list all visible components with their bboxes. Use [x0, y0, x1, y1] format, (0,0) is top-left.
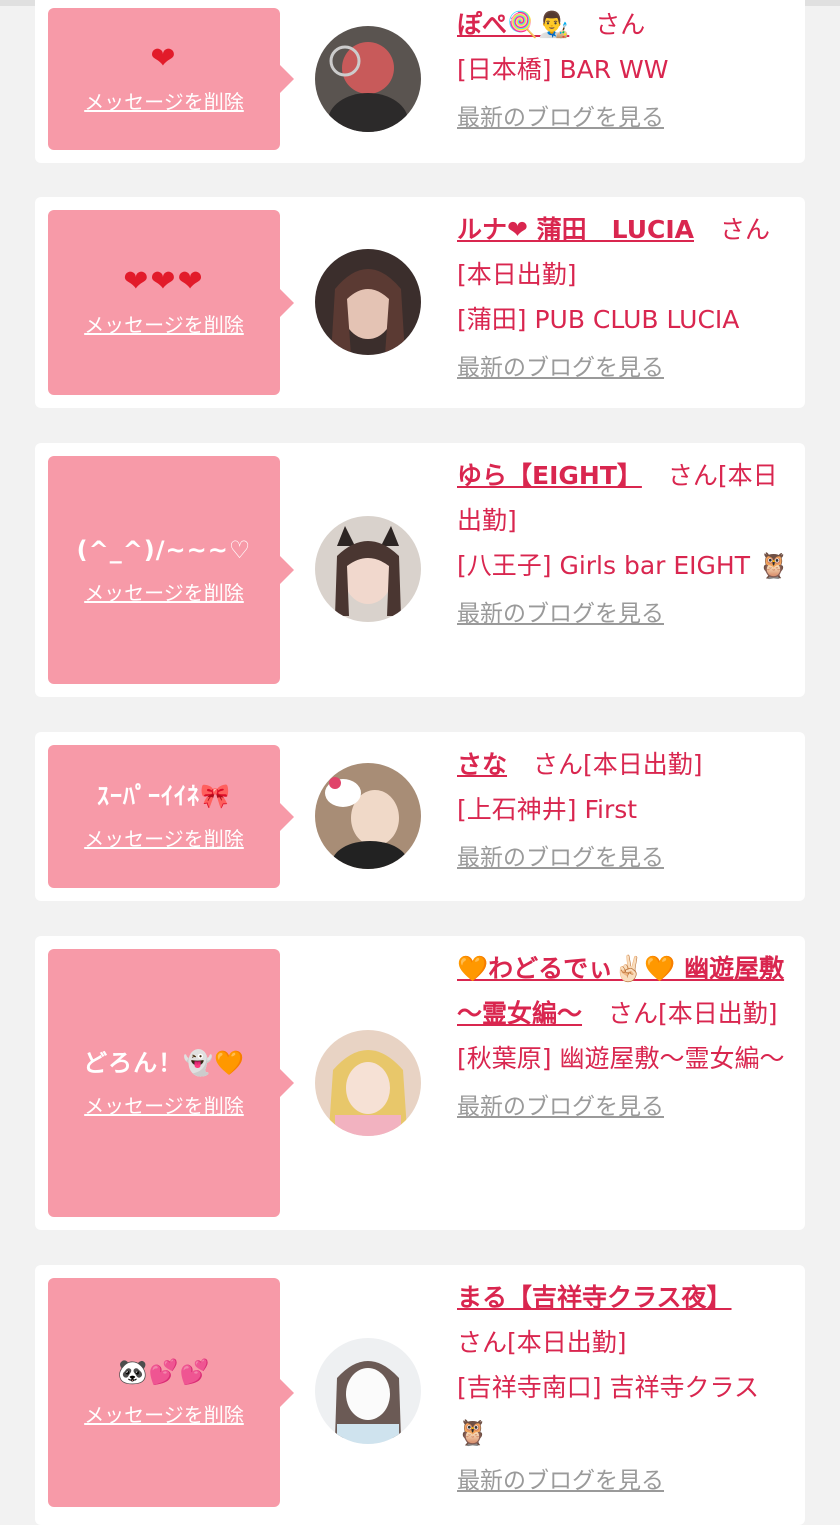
message-text: どろん！👻🧡	[83, 1048, 245, 1077]
shop-location: [日本橋] BAR WW	[457, 55, 669, 84]
message-bubble: ❤❤❤ メッセージを削除	[48, 210, 294, 395]
shop-location: [上石神井] First	[457, 795, 638, 824]
name-suffix: さん[本日出勤]	[457, 1328, 627, 1357]
girl-name-link[interactable]: ぽぺ🍭👨‍🎨	[457, 10, 569, 39]
message-bubble: どろん！👻🧡 メッセージを削除	[48, 949, 294, 1217]
avatar-photo-icon	[315, 763, 421, 869]
favorite-card: どろん！👻🧡 メッセージを削除 🧡わどるでぃ✌🏻🧡 幽遊屋敷 〜霊女編〜 さん[…	[35, 936, 805, 1230]
avatar[interactable]	[315, 26, 421, 132]
avatar[interactable]	[315, 1338, 421, 1444]
message-bubble: 🐼💕💕 メッセージを削除	[48, 1278, 294, 1507]
name-suffix: さん[本日出勤]	[607, 999, 778, 1028]
girl-name-link[interactable]: まる【吉祥寺クラス夜】	[457, 1283, 732, 1312]
girl-info: ゆら【EIGHT】 さん[本日出勤] [八王子] Girls bar EIGHT…	[457, 453, 795, 634]
delete-message-link[interactable]: メッセージを削除	[84, 1399, 244, 1428]
shop-location: [吉祥寺南口] 吉祥寺クラス 🦉	[457, 1373, 759, 1447]
message-bubble: (^_^)/~~~♡ メッセージを削除	[48, 456, 294, 684]
avatar-photo-icon	[315, 1338, 421, 1444]
message-text: 🐼💕💕	[117, 1358, 211, 1386]
shop-location: [八王子] Girls bar EIGHT 🦉	[457, 551, 790, 580]
shop-location: [秋葉原] 幽遊屋敷〜霊女編〜	[457, 1044, 785, 1073]
latest-blog-link[interactable]: 最新のブログを見る	[457, 594, 664, 634]
latest-blog-link[interactable]: 最新のブログを見る	[457, 838, 664, 878]
favorite-card: 🐼💕💕 メッセージを削除 まる【吉祥寺クラス夜】 さん[本日出勤] [吉祥寺南口…	[35, 1265, 805, 1525]
girl-info: ルナ❤ 蒲田 LUCIA さん[本日出勤] [蒲田] PUB CLUB LUCI…	[457, 207, 795, 388]
avatar-photo-icon	[315, 26, 421, 132]
favorite-card: (^_^)/~~~♡ メッセージを削除 ゆら【EIGHT】 さん[本日出勤] […	[35, 443, 805, 697]
message-bubble: ｽｰﾊﾟｰｲｲﾈ🎀 メッセージを削除	[48, 745, 294, 888]
name-suffix: さん	[595, 10, 646, 39]
name-suffix: さん[本日出勤]	[532, 750, 703, 779]
delete-message-link[interactable]: メッセージを削除	[84, 309, 244, 338]
shop-location: [蒲田] PUB CLUB LUCIA	[457, 305, 740, 334]
girl-info: さな さん[本日出勤] [上石神井] First 最新のブログを見る	[457, 742, 795, 878]
girl-name-link[interactable]: ゆら【EIGHT】	[457, 461, 642, 490]
latest-blog-link[interactable]: 最新のブログを見る	[457, 98, 664, 138]
latest-blog-link[interactable]: 最新のブログを見る	[457, 1087, 664, 1127]
favorite-card: ｽｰﾊﾟｰｲｲﾈ🎀 メッセージを削除 さな さん[本日出勤] [上石神井] Fi…	[35, 732, 805, 901]
favorite-card: ❤ メッセージを削除 ぽぺ🍭👨‍🎨 さん [日本橋] BAR WW 最新のブログ…	[35, 0, 805, 163]
message-text: ❤❤❤	[123, 264, 205, 299]
avatar[interactable]	[315, 249, 421, 355]
favorite-card: ❤❤❤ メッセージを削除 ルナ❤ 蒲田 LUCIA さん[本日出勤] [蒲田] …	[35, 197, 805, 408]
avatar[interactable]	[315, 516, 421, 622]
message-text: (^_^)/~~~♡	[76, 535, 252, 564]
message-text: ❤	[150, 40, 178, 76]
avatar[interactable]	[315, 1030, 421, 1136]
avatar-photo-icon	[315, 249, 421, 355]
message-text: ｽｰﾊﾟｰｲｲﾈ🎀	[97, 782, 231, 810]
latest-blog-link[interactable]: 最新のブログを見る	[457, 348, 664, 388]
girl-info: まる【吉祥寺クラス夜】 さん[本日出勤] [吉祥寺南口] 吉祥寺クラス 🦉 最新…	[457, 1275, 795, 1501]
avatar-photo-icon	[315, 1030, 421, 1136]
girl-info: ぽぺ🍭👨‍🎨 さん [日本橋] BAR WW 最新のブログを見る	[457, 2, 795, 138]
latest-blog-link[interactable]: 最新のブログを見る	[457, 1461, 664, 1501]
girl-name-link[interactable]: ルナ❤ 蒲田 LUCIA	[457, 215, 694, 244]
message-bubble: ❤ メッセージを削除	[48, 8, 294, 150]
delete-message-link[interactable]: メッセージを削除	[84, 1090, 244, 1119]
delete-message-link[interactable]: メッセージを削除	[84, 577, 244, 606]
avatar[interactable]	[315, 763, 421, 869]
delete-message-link[interactable]: メッセージを削除	[84, 823, 244, 852]
delete-message-link[interactable]: メッセージを削除	[84, 86, 244, 115]
girl-name-link[interactable]: さな	[457, 750, 507, 779]
girl-info: 🧡わどるでぃ✌🏻🧡 幽遊屋敷 〜霊女編〜 さん[本日出勤] [秋葉原] 幽遊屋敷…	[457, 946, 795, 1127]
avatar-photo-icon	[315, 516, 421, 622]
